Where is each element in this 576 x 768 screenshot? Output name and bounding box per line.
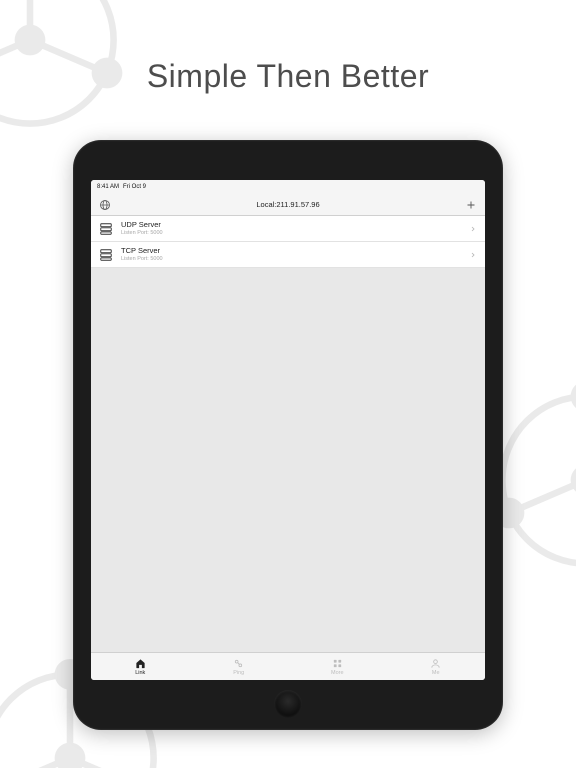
list-item[interactable]: TCP Server Listen Port: 5000 — [91, 242, 485, 268]
list-item[interactable]: UDP Server Listen Port: 5000 — [91, 216, 485, 242]
status-bar: 8:41 AM Fri Oct 9 — [91, 180, 485, 194]
status-date: Fri Oct 9 — [123, 184, 146, 190]
tab-label: Ping — [233, 670, 244, 676]
list-item-subtitle: Listen Port: 5000 — [121, 256, 461, 262]
tab-label: Link — [135, 670, 145, 676]
home-button[interactable] — [274, 690, 302, 718]
ipad-frame: 8:41 AM Fri Oct 9 Local:211.91.57.96 — [73, 140, 503, 730]
tab-ping[interactable]: Ping — [190, 653, 289, 680]
nav-title: Local:211.91.57.96 — [256, 200, 319, 209]
tab-more[interactable]: More — [288, 653, 387, 680]
home-icon — [135, 658, 146, 669]
tab-label: Me — [432, 670, 440, 676]
add-button[interactable] — [465, 199, 477, 211]
globe-icon[interactable] — [99, 199, 111, 211]
chevron-right-icon — [469, 251, 477, 259]
server-icon — [99, 248, 113, 262]
tab-link[interactable]: Link — [91, 653, 190, 680]
tab-bar: Link Ping More Me — [91, 652, 485, 680]
empty-area — [91, 268, 485, 652]
list-item-title: TCP Server — [121, 247, 461, 255]
grid-icon — [332, 658, 343, 669]
status-time: 8:41 AM — [97, 184, 119, 190]
list-item-title: UDP Server — [121, 221, 461, 229]
server-list: UDP Server Listen Port: 5000 TCP Server … — [91, 216, 485, 268]
tab-me[interactable]: Me — [387, 653, 486, 680]
device-screen: 8:41 AM Fri Oct 9 Local:211.91.57.96 — [91, 180, 485, 680]
chevron-right-icon — [469, 225, 477, 233]
list-item-subtitle: Listen Port: 5000 — [121, 230, 461, 236]
page-headline: Simple Then Better — [0, 58, 576, 95]
user-icon — [430, 658, 441, 669]
tab-label: More — [331, 670, 344, 676]
server-icon — [99, 222, 113, 236]
nav-bar: Local:211.91.57.96 — [91, 194, 485, 216]
ping-icon — [233, 658, 244, 669]
